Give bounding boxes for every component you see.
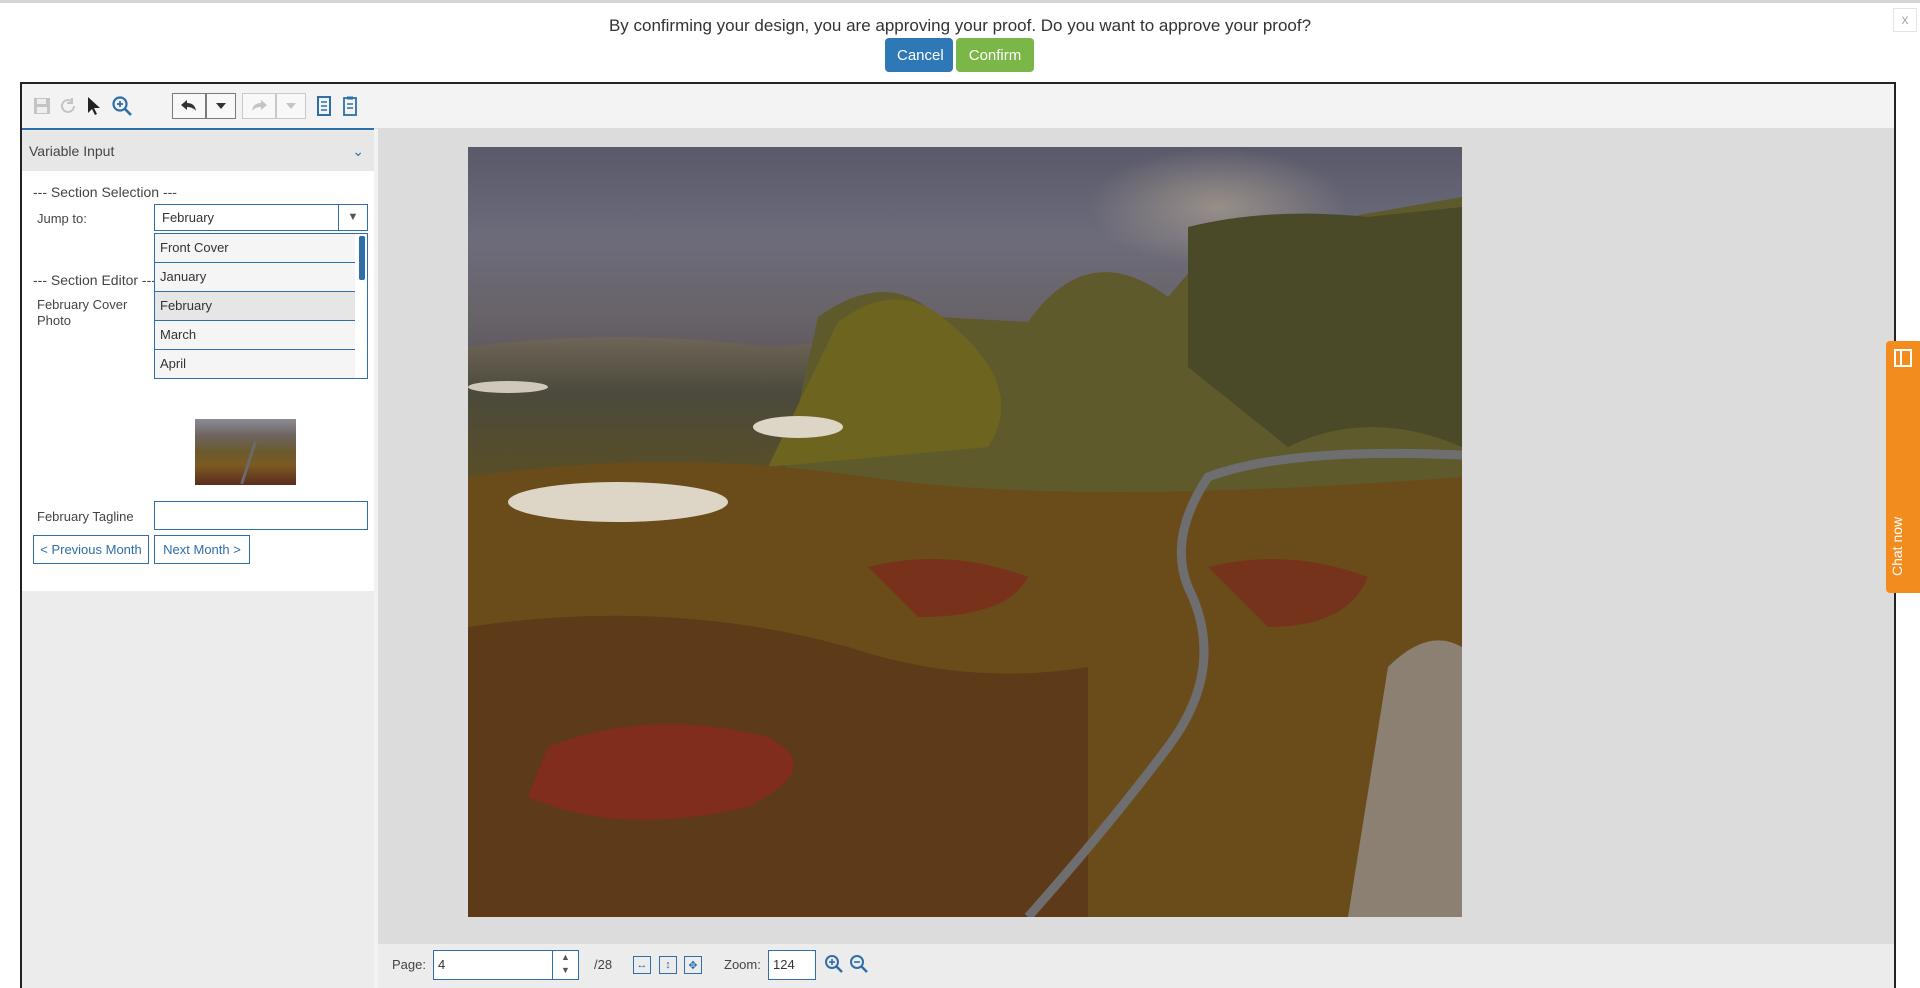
variable-input-title: Variable Input <box>29 143 115 159</box>
confirm-message: By confirming your design, you are appro… <box>608 16 1312 35</box>
refresh-icon[interactable] <box>56 94 80 118</box>
dropdown-option-january[interactable]: January <box>155 263 355 292</box>
section-editor-legend: --- Section Editor --- <box>33 272 156 288</box>
save-icon[interactable] <box>30 94 54 118</box>
spinner-down-icon[interactable]: ▼ <box>553 964 578 977</box>
next-month-button[interactable]: Next Month > <box>154 535 250 564</box>
page-total: /28 <box>594 957 613 972</box>
variable-input-body: --- Section Selection --- Jump to: Febru… <box>22 171 374 591</box>
previous-month-button[interactable]: < Previous Month <box>33 535 149 564</box>
fit-height-icon[interactable]: ↕ <box>659 956 677 974</box>
undo-dropdown-button[interactable] <box>206 93 236 119</box>
zoom-input[interactable]: 124 <box>768 950 816 980</box>
chat-now-label: Chat now <box>1889 516 1905 576</box>
cover-photo-label-line1: February Cover <box>37 297 128 312</box>
cancel-button[interactable]: Cancel <box>885 38 953 72</box>
zoom-tool-icon[interactable] <box>110 94 134 118</box>
cover-photo-label-line2: Photo <box>37 313 71 328</box>
proof-page-photo[interactable] <box>468 147 1462 917</box>
zoom-out-icon[interactable] <box>849 954 869 980</box>
toolbar <box>22 84 1894 129</box>
spinner-up-icon[interactable]: ▲ <box>553 951 578 964</box>
pointer-icon[interactable] <box>82 94 106 118</box>
cover-photo-label: February Cover Photo <box>37 297 127 329</box>
chat-now-tab[interactable]: Chat now <box>1886 341 1920 593</box>
zoom-label: Zoom: <box>724 957 761 972</box>
page-spinner[interactable]: ▲ ▼ <box>552 950 579 980</box>
page-label: Page: <box>392 957 426 972</box>
redo-button[interactable] <box>242 93 276 119</box>
landscape-illustration <box>468 147 1462 917</box>
cover-photo-thumbnail[interactable] <box>195 419 296 485</box>
redo-dropdown-button[interactable] <box>276 93 306 119</box>
editor-frame: Variable Input ⌄ --- Section Selection -… <box>20 82 1896 988</box>
jump-to-value: February <box>162 210 215 225</box>
left-panel: Variable Input ⌄ --- Section Selection -… <box>22 128 374 988</box>
dropdown-option-march[interactable]: March <box>155 321 355 350</box>
page-list-icon[interactable] <box>338 94 362 118</box>
tagline-label: February Tagline <box>37 509 134 524</box>
jump-to-select[interactable]: February ▼ <box>154 204 368 231</box>
dropdown-option-february[interactable]: February <box>155 292 355 321</box>
bottom-bar: Page: 4 ▲ ▼ /28 ↔ ↕ ✥ Zoom: 124 <box>378 944 1894 988</box>
panel-top-border <box>22 128 374 130</box>
page-input[interactable]: 4 <box>433 950 553 980</box>
fit-page-icon[interactable]: ✥ <box>684 956 702 974</box>
jump-to-dropdown-list[interactable]: Front Cover January February March April <box>154 233 368 379</box>
zoom-in-icon[interactable] <box>824 954 844 980</box>
jump-to-label: Jump to: <box>37 211 87 226</box>
page-view-icon[interactable] <box>312 94 336 118</box>
fit-width-icon[interactable]: ↔ <box>633 956 651 974</box>
dropdown-option-april[interactable]: April <box>155 350 355 378</box>
canvas-area <box>378 128 1894 944</box>
undo-button[interactable] <box>172 93 206 119</box>
chevron-down-icon[interactable]: ⌄ <box>352 131 364 171</box>
dropdown-option-front-cover[interactable]: Front Cover <box>155 234 355 263</box>
confirm-buttons: Cancel Confirm <box>885 38 1034 72</box>
close-icon[interactable]: x <box>1893 8 1917 32</box>
top-border <box>0 0 1920 3</box>
variable-input-header[interactable]: Variable Input ⌄ <box>22 131 374 171</box>
dropdown-scrollbar[interactable] <box>359 236 365 280</box>
confirm-button[interactable]: Confirm <box>956 38 1034 72</box>
dropdown-arrow-icon[interactable]: ▼ <box>338 205 367 230</box>
chat-panel-icon <box>1894 349 1912 367</box>
tagline-input[interactable] <box>154 501 368 530</box>
section-selection-legend: --- Section Selection --- <box>33 184 177 200</box>
